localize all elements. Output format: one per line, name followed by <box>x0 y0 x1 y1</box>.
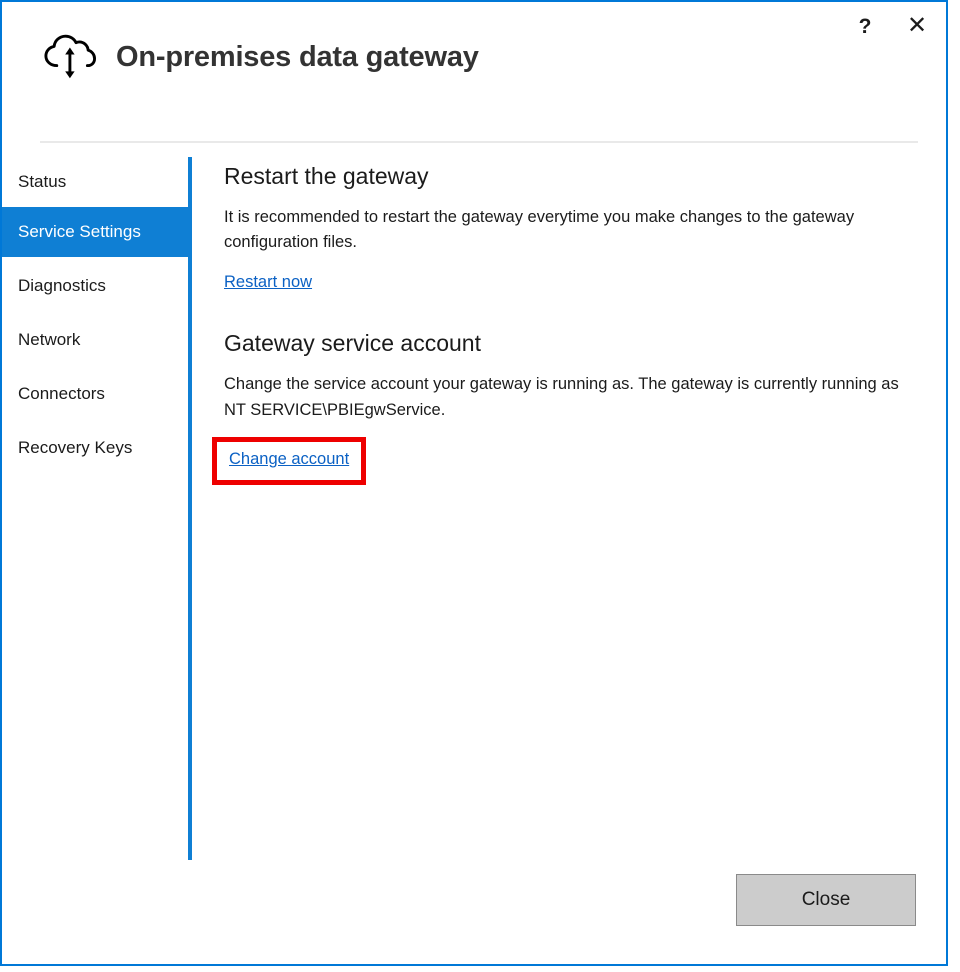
sidebar-divider <box>188 157 192 860</box>
gateway-window: ? ✕ On-premises data gateway Status Serv… <box>0 0 948 966</box>
sidebar-item-recovery-keys[interactable]: Recovery Keys <box>2 423 190 473</box>
section-heading: Gateway service account <box>224 330 481 357</box>
footer: Close <box>2 860 946 964</box>
main-content: Restart the gateway It is recommended to… <box>212 162 924 485</box>
sidebar-item-label: Recovery Keys <box>18 438 133 457</box>
cloud-up-down-arrow-icon <box>40 28 98 86</box>
help-button[interactable]: ? <box>846 8 884 44</box>
header-divider <box>40 141 918 143</box>
change-account-highlight-box: Change account <box>212 437 367 485</box>
page-title: On-premises data gateway <box>116 40 479 73</box>
sidebar-item-label: Diagnostics <box>18 276 106 295</box>
sidebar-item-connectors[interactable]: Connectors <box>2 369 190 419</box>
sidebar-item-label: Connectors <box>18 384 105 403</box>
sidebar-item-status[interactable]: Status <box>2 157 190 207</box>
title-bar: ? ✕ On-premises data gateway <box>2 2 946 143</box>
sidebar-item-diagnostics[interactable]: Diagnostics <box>2 261 190 311</box>
restart-now-link[interactable]: Restart now <box>224 272 312 293</box>
section-heading: Restart the gateway <box>224 163 429 189</box>
change-account-link[interactable]: Change account <box>229 449 349 470</box>
close-icon-button[interactable]: ✕ <box>898 8 936 44</box>
sidebar-item-label: Network <box>18 330 81 349</box>
sidebar-item-service-settings[interactable]: Service Settings <box>2 207 190 257</box>
restart-now-row: Restart now <box>224 272 924 293</box>
brand: On-premises data gateway <box>40 28 479 86</box>
window-controls: ? ✕ <box>846 8 936 44</box>
close-button[interactable]: Close <box>736 874 916 926</box>
sidebar-item-label: Service Settings <box>18 222 141 241</box>
sidebar-item-label: Status <box>18 172 67 191</box>
section-body: Change the service account your gateway … <box>224 375 899 419</box>
sidebar: Status Service Settings Diagnostics Netw… <box>2 157 190 473</box>
sidebar-item-network[interactable]: Network <box>2 315 190 365</box>
gateway-service-account-section: Gateway service account Change the servi… <box>212 329 924 485</box>
section-body: It is recommended to restart the gateway… <box>224 207 855 252</box>
restart-gateway-section: Restart the gateway It is recommended to… <box>224 162 924 293</box>
